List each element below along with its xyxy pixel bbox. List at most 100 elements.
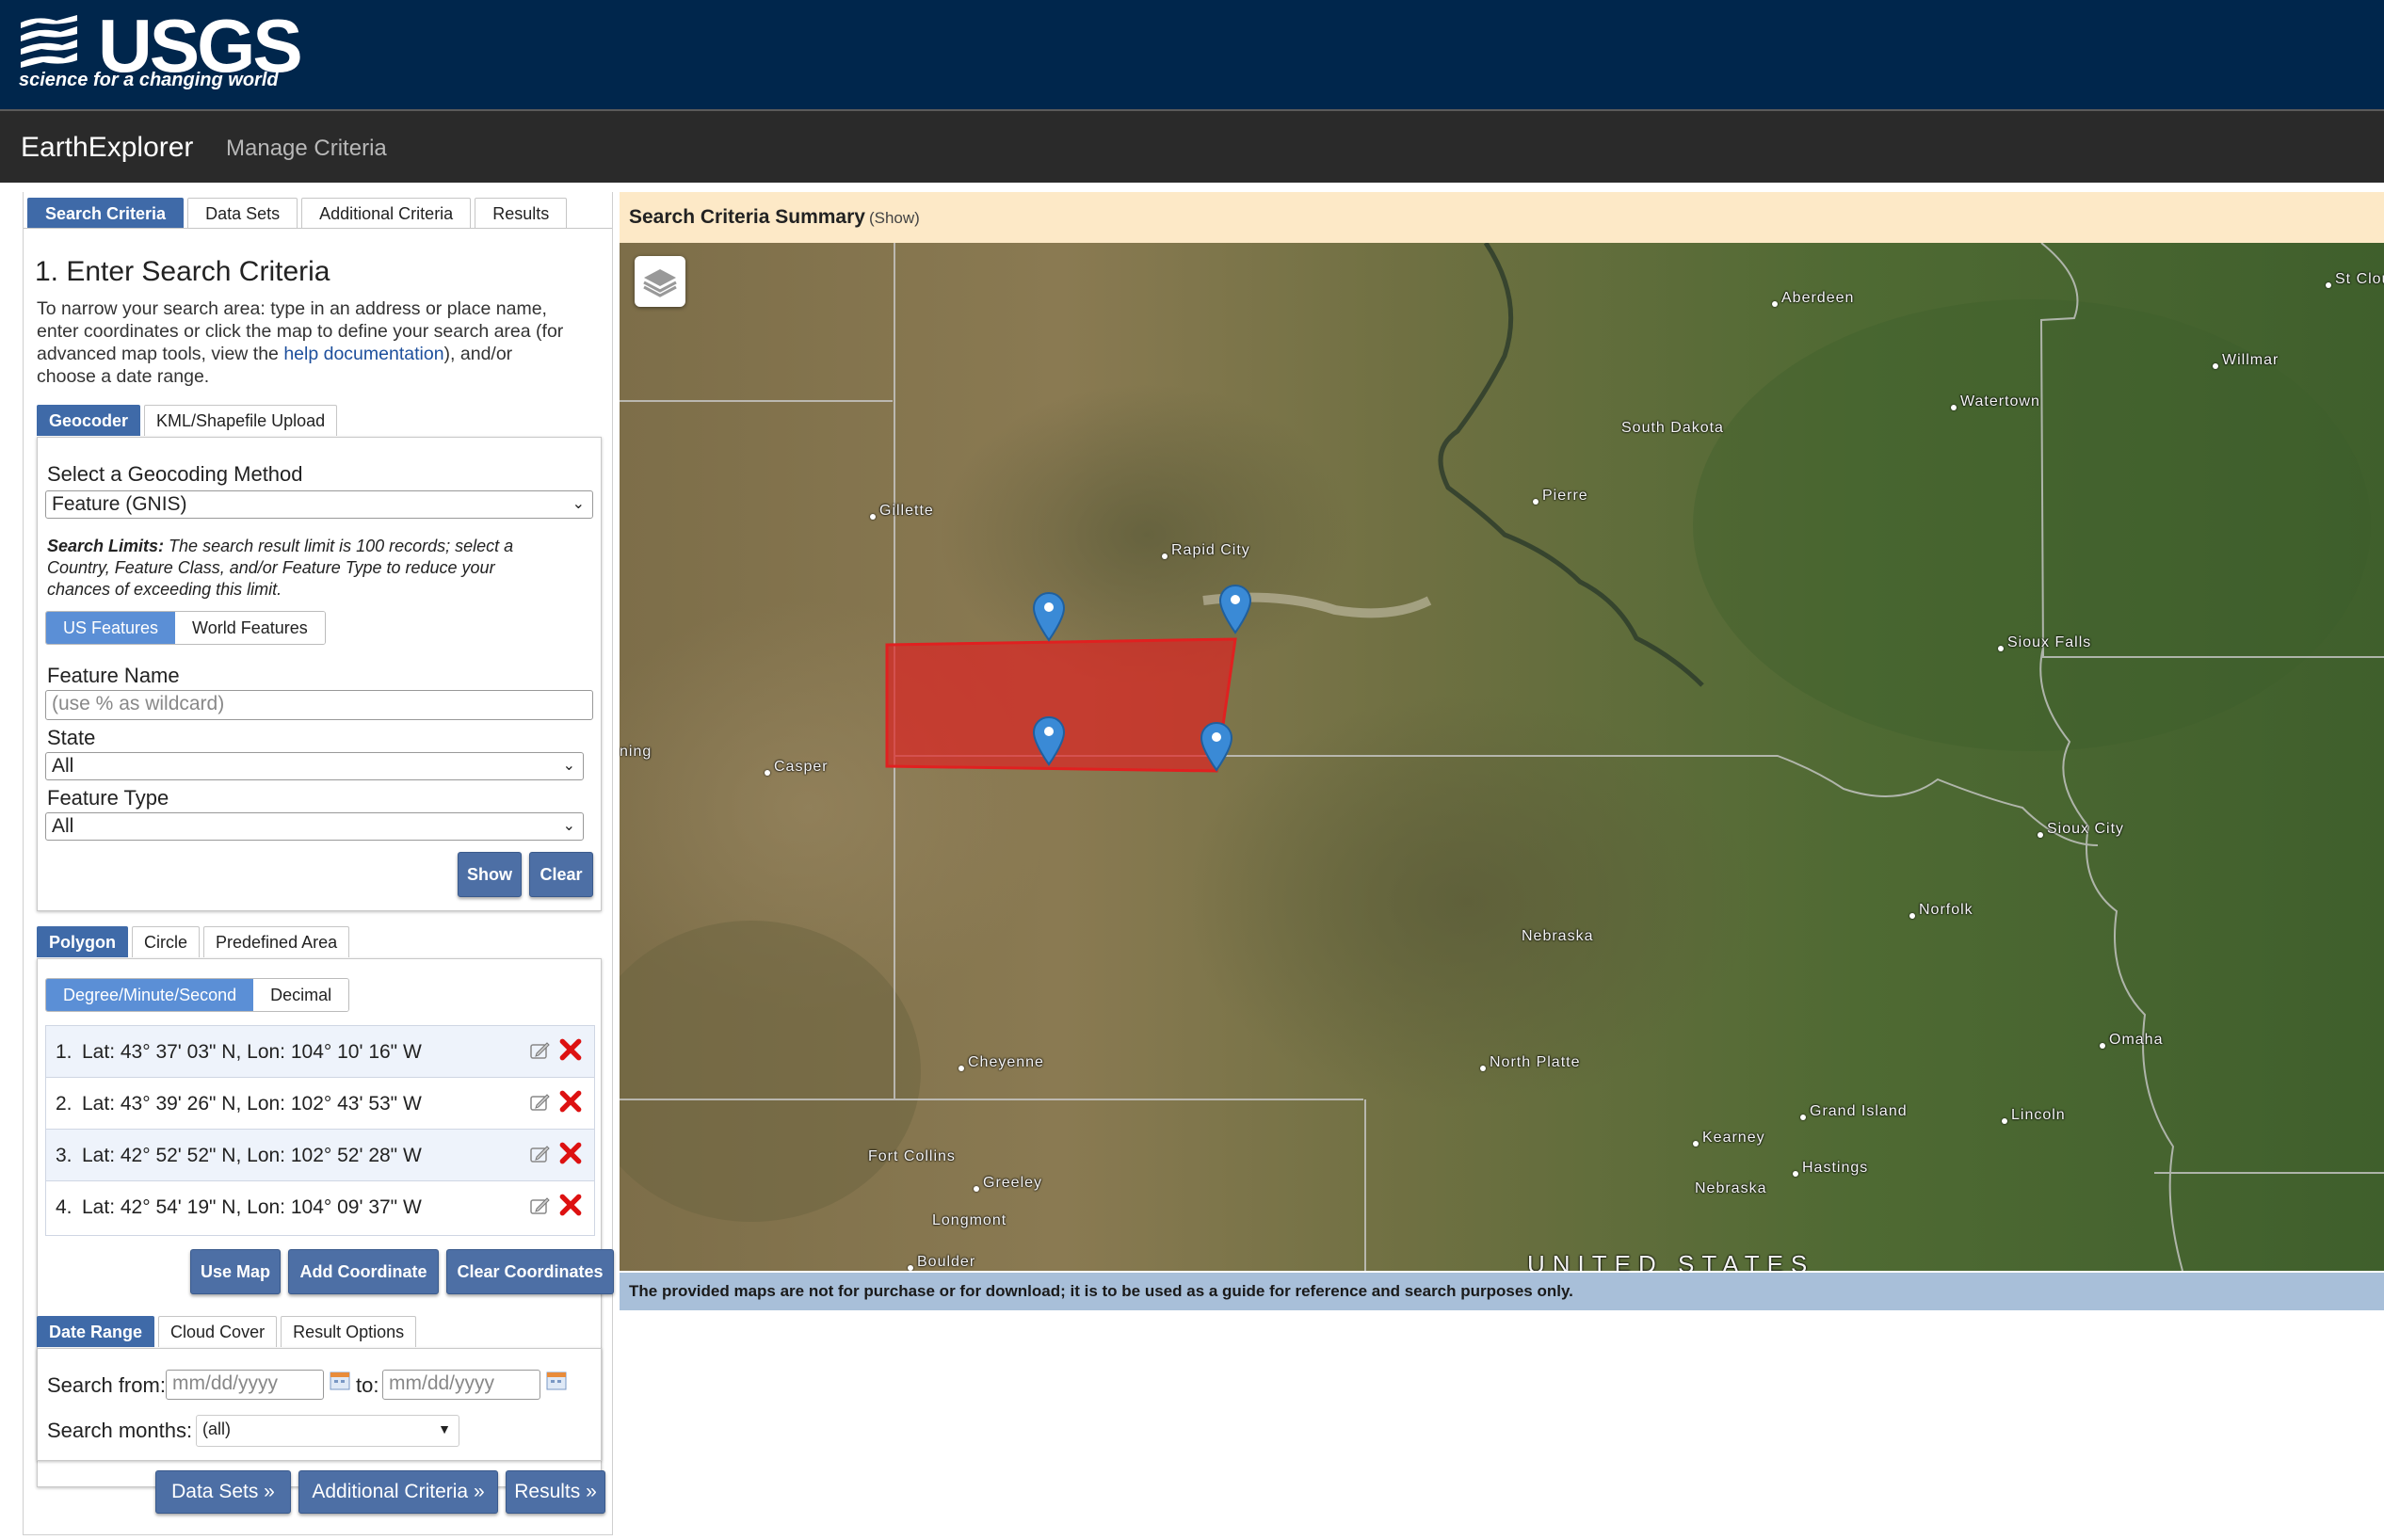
dms-toggle[interactable]: Degree/Minute/Second (46, 979, 254, 1011)
results-next-button[interactable]: Results » (506, 1470, 605, 1514)
map-label: Watertown (1951, 393, 2040, 410)
tab-result-options[interactable]: Result Options (281, 1316, 417, 1347)
map-marker-icon[interactable] (1032, 591, 1066, 642)
edit-icon[interactable] (528, 1143, 551, 1165)
map-view[interactable]: Aberdeen St Clou Willmar Watertown South… (620, 243, 2384, 1271)
clear-coordinates-button[interactable]: Clear Coordinates (446, 1249, 614, 1294)
tab-circle[interactable]: Circle (132, 926, 201, 957)
feature-name-label: Feature Name (47, 664, 180, 687)
feature-type-select[interactable]: All ⌄ (45, 812, 584, 841)
search-limits-note: Search Limits: The search result limit i… (47, 537, 514, 599)
calendar-icon[interactable] (546, 1370, 567, 1390)
date-from-input[interactable]: mm/dd/yyyy (166, 1370, 324, 1400)
search-months-select[interactable]: (all) ▼ (196, 1415, 459, 1447)
coordinate-row: 1. Lat: 43° 37' 03" N, Lon: 104° 10' 16" … (46, 1026, 594, 1078)
tab-geocoder[interactable]: Geocoder (37, 405, 141, 436)
map-label: Aberdeen (1771, 290, 1855, 307)
map-label: Nebraska (1695, 1180, 1767, 1196)
world-features-toggle[interactable]: World Features (175, 612, 325, 644)
show-button[interactable]: Show (458, 852, 522, 897)
tab-data-sets[interactable]: Data Sets (187, 198, 298, 229)
feature-name-input[interactable]: (use % as wildcard) (45, 690, 593, 720)
map-label: Fort Collins (868, 1148, 956, 1164)
map-label: Omaha (2099, 1032, 2164, 1049)
date-tabs: Date Range Cloud Cover Result Options (37, 1316, 417, 1347)
map-label: North Platte (1479, 1054, 1581, 1071)
search-panel: Search Criteria Data Sets Additional Cri… (23, 192, 614, 1535)
decimal-toggle[interactable]: Decimal (253, 979, 349, 1011)
map-label: Rapid City (1162, 542, 1250, 559)
step-heading: 1. Enter Search Criteria (35, 256, 330, 287)
map-label: Hastings (1792, 1160, 1869, 1177)
manage-criteria-link[interactable]: Manage Criteria (226, 136, 387, 162)
map-label: St Clou (2325, 271, 2384, 288)
map-label: Pierre (1533, 488, 1588, 505)
edit-icon[interactable] (528, 1091, 551, 1114)
date-to-input[interactable]: mm/dd/yyyy (382, 1370, 540, 1400)
usgs-logo[interactable]: USGS science for a changing world (19, 6, 303, 96)
date-range-section: Search from: mm/dd/yyyy to: mm/dd/yyyy S… (37, 1348, 602, 1461)
map-label: Cheyenne (958, 1054, 1044, 1071)
geocoder-section: Select a Geocoding Method Feature (GNIS)… (37, 437, 602, 911)
state-select[interactable]: All ⌄ (45, 752, 584, 780)
data-sets-next-button[interactable]: Data Sets » (155, 1470, 291, 1514)
use-map-button[interactable]: Use Map (190, 1249, 281, 1294)
map-label: ning (620, 744, 652, 760)
edit-icon[interactable] (528, 1195, 551, 1217)
map-label: Gillette (870, 503, 934, 520)
map-label: Grand Island (1800, 1103, 1908, 1120)
calendar-icon[interactable] (330, 1370, 350, 1390)
coordinate-list: 1. Lat: 43° 37' 03" N, Lon: 104° 10' 16" … (45, 1025, 595, 1236)
tab-cloud-cover[interactable]: Cloud Cover (158, 1316, 278, 1347)
clear-button[interactable]: Clear (529, 852, 593, 897)
map-label: South Dakota (1621, 420, 1724, 436)
delete-icon[interactable] (558, 1089, 583, 1114)
layers-icon (643, 269, 677, 297)
tab-date-range[interactable]: Date Range (37, 1316, 155, 1347)
add-coordinate-button[interactable]: Add Coordinate (288, 1249, 439, 1294)
delete-icon[interactable] (558, 1193, 583, 1217)
app-title[interactable]: EarthExplorer (21, 132, 193, 164)
geocoding-method-select[interactable]: Feature (GNIS) ⌄ (45, 490, 593, 519)
disclaimer-text: The provided maps are not for purchase o… (629, 1282, 1573, 1300)
tab-additional-criteria[interactable]: Additional Criteria (301, 198, 472, 229)
feature-type-label: Feature Type (47, 786, 169, 810)
tab-predefined-area[interactable]: Predefined Area (203, 926, 350, 957)
coordinate-row: 3. Lat: 42° 52' 52" N, Lon: 102° 52' 28" … (46, 1130, 594, 1181)
delete-icon[interactable] (558, 1037, 583, 1062)
map-marker-icon[interactable] (1032, 715, 1066, 766)
search-to-label: to: (356, 1373, 379, 1397)
tab-kml-upload[interactable]: KML/Shapefile Upload (144, 405, 338, 436)
map-disclaimer: The provided maps are not for purchase o… (620, 1273, 2384, 1310)
map-label: Greeley (973, 1175, 1043, 1192)
chevron-down-icon: ⌄ (562, 818, 575, 834)
map-label: Sioux Falls (1997, 634, 2092, 651)
delete-icon[interactable] (558, 1141, 583, 1165)
usgs-header: USGS science for a changing world (0, 0, 2384, 109)
map-marker-icon[interactable] (1200, 721, 1233, 772)
caret-down-icon: ▼ (438, 1421, 451, 1436)
map-label: Kearney (1693, 1130, 1765, 1147)
map-marker-icon[interactable] (1218, 584, 1252, 634)
map-label: Willmar (2212, 352, 2279, 369)
search-months-label: Search months: (47, 1419, 193, 1442)
tab-results[interactable]: Results (475, 198, 568, 229)
map-label: Lincoln (2002, 1107, 2066, 1124)
tab-search-criteria[interactable]: Search Criteria (27, 198, 185, 229)
usgs-wave-icon (21, 15, 77, 68)
map-label: Sioux City (2037, 821, 2125, 838)
additional-criteria-next-button[interactable]: Additional Criteria » (298, 1470, 498, 1514)
step-intro: To narrow your search area: type in an a… (37, 298, 564, 387)
map-terrain (620, 243, 2384, 1271)
map-label: Longmont (932, 1212, 1007, 1228)
edit-icon[interactable] (528, 1039, 551, 1062)
search-from-label: Search from: (47, 1373, 166, 1397)
summary-show-toggle[interactable]: (Show) (869, 209, 920, 227)
map-label: Boulder (907, 1254, 976, 1271)
us-features-toggle[interactable]: US Features (46, 612, 176, 644)
help-documentation-link[interactable]: help documentation (283, 344, 443, 364)
layers-button[interactable] (635, 256, 685, 307)
tab-polygon[interactable]: Polygon (37, 926, 128, 957)
feature-scope-toggle: US Features World Features (45, 611, 326, 645)
coordinate-format-toggle: Degree/Minute/Second Decimal (45, 978, 350, 1012)
